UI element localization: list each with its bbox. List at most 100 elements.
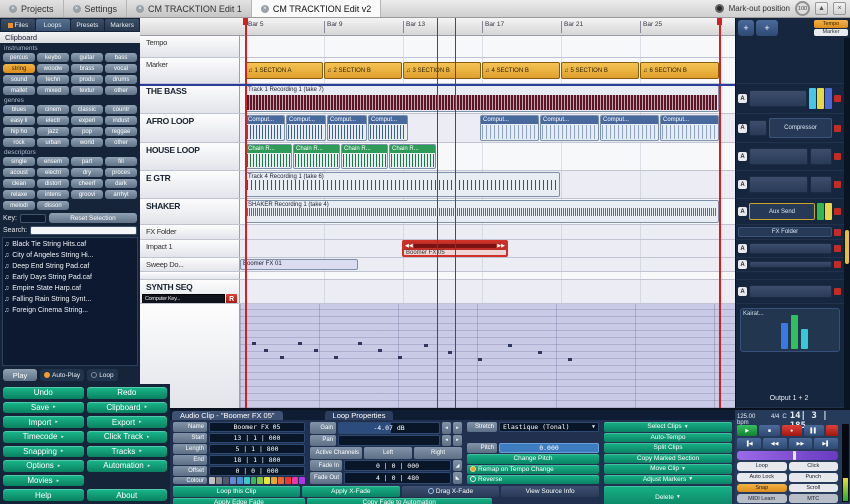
filter-button[interactable]: disson bbox=[37, 201, 69, 210]
audio-clip[interactable]: Comput... bbox=[286, 115, 326, 141]
filter-button[interactable]: brass bbox=[71, 64, 103, 73]
tab-projects[interactable]: × Projects bbox=[0, 0, 64, 17]
mute-indicator[interactable] bbox=[834, 208, 841, 215]
tab-presets[interactable]: Presets bbox=[70, 19, 105, 31]
scrollbar-thumb[interactable] bbox=[845, 230, 849, 265]
forward-icon[interactable]: ▶▶ bbox=[497, 243, 505, 249]
marker-section[interactable]: ♫ 4 SECTION B bbox=[482, 62, 560, 79]
mute-indicator[interactable] bbox=[834, 228, 841, 236]
marker-section[interactable]: ♫ 6 SECTION B bbox=[640, 62, 719, 79]
automation-button[interactable]: A bbox=[738, 94, 747, 103]
list-item[interactable]: ♫ City of Angeles String Hi... bbox=[4, 250, 136, 261]
filter-button[interactable]: relaxe bbox=[3, 190, 35, 199]
filter-button[interactable]: countr bbox=[105, 105, 137, 114]
audio-clip[interactable]: Comput... bbox=[245, 115, 285, 141]
track-lane[interactable]: Track 4 Recording 1 (take 6) bbox=[240, 171, 735, 198]
plugin-block[interactable] bbox=[749, 260, 832, 269]
punch-toggle[interactable]: Punch bbox=[788, 472, 838, 482]
filter-button[interactable]: ensem bbox=[37, 157, 69, 166]
vertical-scrollbar[interactable] bbox=[844, 38, 850, 408]
filter-button[interactable]: dark bbox=[105, 179, 137, 188]
filter-button[interactable]: easy li bbox=[3, 116, 35, 125]
filter-button[interactable]: produ bbox=[71, 75, 103, 84]
go-to-start-button[interactable]: ▐◀ bbox=[737, 438, 761, 449]
adjust-markers-button[interactable]: Adjust Markers ▼ bbox=[604, 474, 732, 484]
audio-clip[interactable]: Comput... bbox=[480, 115, 539, 141]
key-field[interactable] bbox=[20, 213, 47, 223]
fx-folder-block[interactable]: FX Folder bbox=[738, 227, 832, 237]
help-button[interactable]: Help bbox=[3, 489, 84, 501]
filter-button[interactable]: groovi bbox=[71, 190, 103, 199]
save-button[interactable]: Save bbox=[3, 401, 84, 414]
filter-button[interactable]: indust bbox=[105, 116, 137, 125]
mark-out-icon[interactable] bbox=[714, 4, 724, 13]
tab-loops[interactable]: Loops bbox=[35, 19, 70, 31]
filter-button[interactable]: intens bbox=[37, 190, 69, 199]
midi-device-box[interactable]: Computer Key... bbox=[142, 294, 225, 303]
left-channel-button[interactable]: Left bbox=[364, 447, 412, 459]
filter-button[interactable]: pop bbox=[71, 127, 103, 136]
close-window-icon[interactable]: × bbox=[833, 2, 846, 15]
plugin-block[interactable] bbox=[749, 284, 832, 299]
clipboard-bar[interactable]: Clipboard bbox=[0, 32, 140, 43]
length-field[interactable]: 5 | 1 | 800 bbox=[209, 444, 305, 454]
stretch-dropdown[interactable]: Elastique (Tonal) ▼ bbox=[499, 422, 599, 432]
filter-button[interactable]: textur bbox=[71, 86, 103, 95]
filter-button[interactable]: urban bbox=[37, 138, 69, 147]
split-clips-button[interactable]: Split Clips bbox=[604, 443, 732, 453]
track-name[interactable]: E GTR bbox=[140, 171, 240, 198]
pitch-field[interactable]: 0.000 bbox=[499, 443, 599, 454]
track-lane[interactable]: Comput... Comput... Comput... Comput... … bbox=[240, 114, 735, 142]
filter-button[interactable]: keybo bbox=[37, 53, 69, 62]
track-lane[interactable]: Track 1 Recording 1 (take 7) bbox=[240, 84, 735, 113]
tracks-button[interactable]: Tracks bbox=[86, 445, 167, 458]
filter-button[interactable]: techn bbox=[37, 75, 69, 84]
mute-indicator[interactable] bbox=[834, 261, 841, 268]
clip-name-field[interactable]: Boomer FX 05 bbox=[209, 422, 305, 432]
plugin-block[interactable] bbox=[749, 176, 808, 193]
audio-clip[interactable]: Track 4 Recording 1 (take 6) bbox=[245, 172, 560, 197]
tempo-lane[interactable] bbox=[240, 36, 735, 57]
close-icon[interactable]: × bbox=[136, 4, 145, 13]
undo-button[interactable]: Undo bbox=[3, 387, 84, 399]
play-button[interactable]: ▶ bbox=[737, 425, 758, 436]
record-arm-button[interactable]: R bbox=[226, 294, 237, 303]
filter-button[interactable]: acoust bbox=[3, 168, 35, 177]
marker-track-label[interactable]: Marker bbox=[140, 58, 240, 83]
automation-button[interactable]: A bbox=[738, 287, 747, 296]
search-input[interactable] bbox=[30, 226, 137, 235]
filter-button[interactable]: arrhyt bbox=[105, 190, 137, 199]
filter-button[interactable]: sound bbox=[3, 75, 35, 84]
apply-edge-fade-button[interactable]: Apply Edge Fade bbox=[173, 497, 305, 504]
filter-button[interactable]: other bbox=[105, 138, 137, 147]
audio-clip[interactable]: Comput... bbox=[660, 115, 719, 141]
track-lane[interactable]: Boomer FX 01 bbox=[240, 258, 735, 271]
compressor-plugin[interactable]: Compressor bbox=[769, 118, 832, 138]
fade-out-field[interactable]: 4 | 0 | 480 bbox=[344, 472, 451, 484]
filter-button[interactable]: proces bbox=[105, 168, 137, 177]
movies-button[interactable]: Movies bbox=[3, 474, 84, 487]
tab-markers[interactable]: Markers bbox=[105, 19, 139, 31]
filter-button[interactable]: classic bbox=[71, 105, 103, 114]
track-name[interactable]: THE BASS bbox=[140, 84, 240, 113]
marker-section[interactable]: ♫ 5 SECTION B bbox=[561, 62, 639, 79]
filter-button[interactable]: hip ho bbox=[3, 127, 35, 136]
filter-button[interactable]: dry bbox=[71, 168, 103, 177]
timecode-button[interactable]: Timecode bbox=[3, 430, 84, 443]
filter-button[interactable]: vocal bbox=[105, 64, 137, 73]
filter-button[interactable]: reggae bbox=[105, 127, 137, 136]
go-to-end-button[interactable]: ▶▌ bbox=[814, 438, 838, 449]
midi-learn-toggle[interactable]: MIDI Learn bbox=[737, 494, 787, 503]
punch-indicator[interactable] bbox=[826, 425, 838, 436]
loop-this-clip-button[interactable]: Loop this Clip bbox=[173, 486, 300, 497]
automation-button[interactable]: A bbox=[738, 260, 747, 269]
automation-button[interactable]: A bbox=[738, 207, 747, 216]
track-lane[interactable]: SHAKER Recording 1 (take 4) bbox=[240, 199, 735, 224]
mute-indicator[interactable] bbox=[834, 245, 841, 252]
list-item[interactable]: ♫ Early Days String Pad.caf bbox=[4, 272, 136, 283]
mute-indicator[interactable] bbox=[834, 153, 841, 160]
filter-button[interactable]: electr bbox=[37, 116, 69, 125]
mtc-toggle[interactable]: MTC bbox=[788, 494, 838, 503]
marker-section[interactable]: ♫ 1 SECTION A bbox=[245, 62, 323, 79]
snap-toggle[interactable]: Snap bbox=[737, 483, 787, 493]
